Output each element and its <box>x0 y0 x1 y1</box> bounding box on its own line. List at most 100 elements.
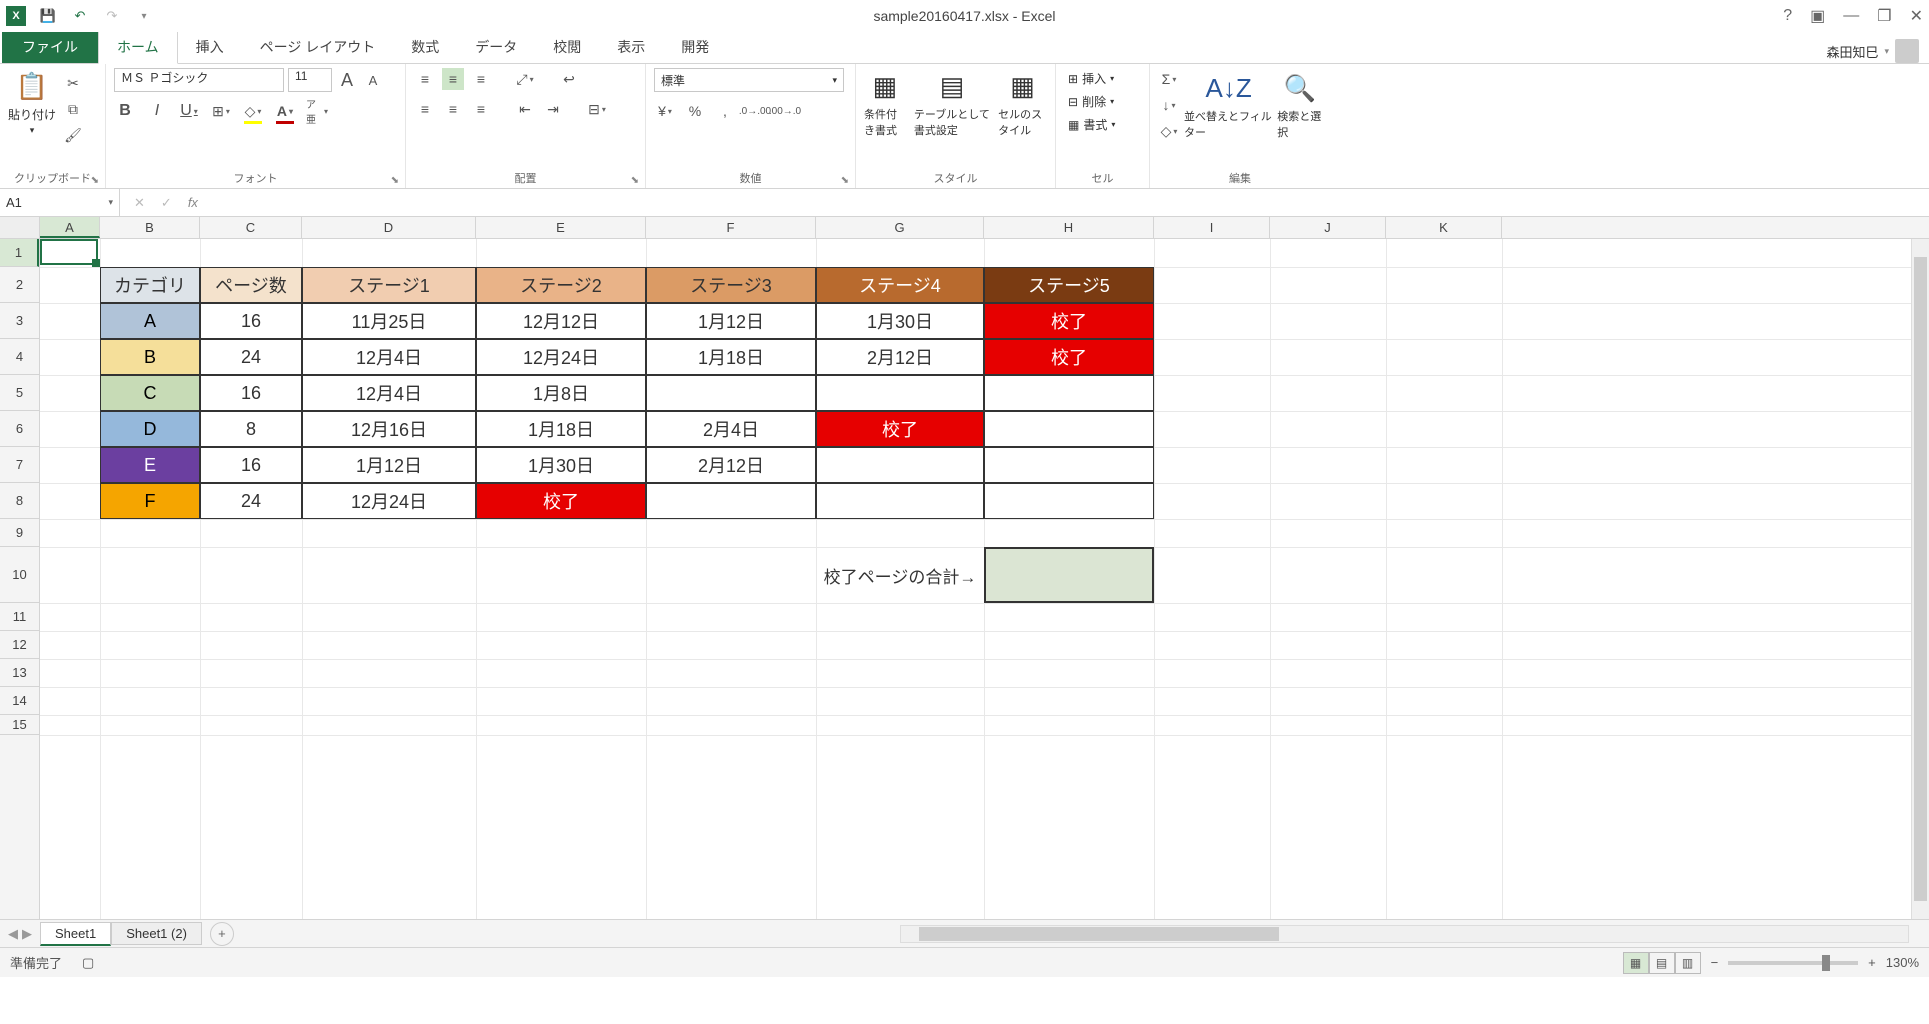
column-header-J[interactable]: J <box>1270 217 1386 238</box>
row-header-12[interactable]: 12 <box>0 631 39 659</box>
cell-D7[interactable]: 1月12日 <box>302 447 476 483</box>
save-icon[interactable]: 💾 <box>36 4 60 28</box>
paste-button[interactable]: 📋 貼り付け ▾ <box>8 68 56 136</box>
avatar-icon[interactable] <box>1895 39 1919 63</box>
autosum-icon[interactable]: Σ <box>1158 68 1180 90</box>
border-button[interactable]: ⊞ <box>210 100 232 122</box>
cell-H8[interactable] <box>984 483 1154 519</box>
close-icon[interactable]: ✕ <box>1910 6 1923 26</box>
font-color-button[interactable]: A <box>274 100 296 122</box>
align-top-icon[interactable]: ≡ <box>414 68 436 90</box>
increase-indent-icon[interactable]: ⇥ <box>542 98 564 120</box>
cell-D2[interactable]: ステージ1 <box>302 267 476 303</box>
sheet-nav-prev-icon[interactable]: ◀ <box>8 926 18 942</box>
cell-F3[interactable]: 1月12日 <box>646 303 816 339</box>
vertical-scrollbar[interactable] <box>1911 239 1929 919</box>
cell-F6[interactable]: 2月4日 <box>646 411 816 447</box>
cell-B6[interactable]: D <box>100 411 200 447</box>
cell-B4[interactable]: B <box>100 339 200 375</box>
row-header-4[interactable]: 4 <box>0 339 39 375</box>
percent-format-icon[interactable]: % <box>684 100 706 122</box>
column-header-D[interactable]: D <box>302 217 476 238</box>
insert-cells-button[interactable]: ⊞ 挿入 ▾ <box>1064 68 1141 89</box>
align-left-icon[interactable]: ≡ <box>414 98 436 120</box>
maximize-icon[interactable]: ❐ <box>1877 6 1891 26</box>
cell-E7[interactable]: 1月30日 <box>476 447 646 483</box>
zoom-slider[interactable] <box>1728 961 1858 965</box>
shrink-font-icon[interactable]: A <box>362 69 384 91</box>
tab-view[interactable]: 表示 <box>599 31 663 63</box>
column-header-G[interactable]: G <box>816 217 984 238</box>
sort-filter-button[interactable]: A↓Z並べ替えとフィルター <box>1184 70 1273 140</box>
cell-H7[interactable] <box>984 447 1154 483</box>
cell-C4[interactable]: 24 <box>200 339 302 375</box>
worksheet-grid[interactable]: 123456789101112131415 カテゴリページ数ステージ1ステージ2… <box>0 239 1929 919</box>
cell-D5[interactable]: 12月4日 <box>302 375 476 411</box>
italic-button[interactable]: I <box>146 100 168 122</box>
qat-more-icon[interactable]: ▾ <box>132 4 156 28</box>
user-name[interactable]: 森田知巳 <box>1826 42 1878 61</box>
cell-G7[interactable] <box>816 447 984 483</box>
wrap-text-icon[interactable]: ↩ <box>558 68 580 90</box>
find-select-button[interactable]: 🔍検索と選択 <box>1277 70 1322 140</box>
cell-B3[interactable]: A <box>100 303 200 339</box>
cell-B8[interactable]: F <box>100 483 200 519</box>
tab-home[interactable]: ホーム <box>98 30 178 64</box>
row-header-3[interactable]: 3 <box>0 303 39 339</box>
row-header-10[interactable]: 10 <box>0 547 39 603</box>
tab-developer[interactable]: 開発 <box>663 31 727 63</box>
undo-icon[interactable]: ↶ <box>68 4 92 28</box>
column-header-C[interactable]: C <box>200 217 302 238</box>
normal-view-icon[interactable]: ▦ <box>1623 952 1649 974</box>
align-right-icon[interactable]: ≡ <box>470 98 492 120</box>
tab-insert[interactable]: 挿入 <box>178 31 242 63</box>
cell-F8[interactable] <box>646 483 816 519</box>
grow-font-icon[interactable]: A <box>336 69 358 91</box>
accounting-format-icon[interactable]: ¥ <box>654 100 676 122</box>
row-header-14[interactable]: 14 <box>0 687 39 715</box>
row-header-9[interactable]: 9 <box>0 519 39 547</box>
add-sheet-button[interactable]: + <box>210 922 234 946</box>
cell-C3[interactable]: 16 <box>200 303 302 339</box>
row-header-2[interactable]: 2 <box>0 267 39 303</box>
cell-G8[interactable] <box>816 483 984 519</box>
insert-function-icon[interactable]: fx <box>182 195 204 210</box>
fill-color-button[interactable]: ◇ <box>242 100 264 122</box>
cell-F7[interactable]: 2月12日 <box>646 447 816 483</box>
comma-format-icon[interactable]: , <box>714 100 736 122</box>
cell-E2[interactable]: ステージ2 <box>476 267 646 303</box>
row-header-6[interactable]: 6 <box>0 411 39 447</box>
cell-F4[interactable]: 1月18日 <box>646 339 816 375</box>
row-header-15[interactable]: 15 <box>0 715 39 735</box>
font-size-select[interactable]: 11 <box>288 68 332 92</box>
bold-button[interactable]: B <box>114 100 136 122</box>
cell-C7[interactable]: 16 <box>200 447 302 483</box>
cell-E3[interactable]: 12月12日 <box>476 303 646 339</box>
cell-D8[interactable]: 12月24日 <box>302 483 476 519</box>
cancel-formula-icon[interactable]: ✕ <box>128 195 151 211</box>
align-center-icon[interactable]: ≡ <box>442 98 464 120</box>
column-header-H[interactable]: H <box>984 217 1154 238</box>
name-box[interactable]: A1▾ <box>0 189 120 216</box>
clear-icon[interactable]: ◇ <box>1158 120 1180 142</box>
row-header-13[interactable]: 13 <box>0 659 39 687</box>
cell-B7[interactable]: E <box>100 447 200 483</box>
phonetic-button[interactable]: ア亜 <box>306 100 328 122</box>
row-header-1[interactable]: 1 <box>0 239 39 267</box>
ribbon-options-icon[interactable]: ▣ <box>1810 6 1825 26</box>
tab-file[interactable]: ファイル <box>2 31 98 63</box>
cell-H6[interactable] <box>984 411 1154 447</box>
fill-icon[interactable]: ↓ <box>1158 94 1180 116</box>
cell-C2[interactable]: ページ数 <box>200 267 302 303</box>
horizontal-scrollbar[interactable] <box>900 925 1909 943</box>
cell-C8[interactable]: 24 <box>200 483 302 519</box>
zoom-level[interactable]: 130% <box>1886 955 1919 970</box>
tab-formulas[interactable]: 数式 <box>393 31 457 63</box>
cell-C6[interactable]: 8 <box>200 411 302 447</box>
cell-H10[interactable] <box>984 547 1154 603</box>
orientation-icon[interactable]: ⤢ <box>514 68 536 90</box>
tab-data[interactable]: データ <box>457 31 535 63</box>
cell-B2[interactable]: カテゴリ <box>100 267 200 303</box>
tab-review[interactable]: 校閲 <box>535 31 599 63</box>
underline-button[interactable]: U <box>178 100 200 122</box>
